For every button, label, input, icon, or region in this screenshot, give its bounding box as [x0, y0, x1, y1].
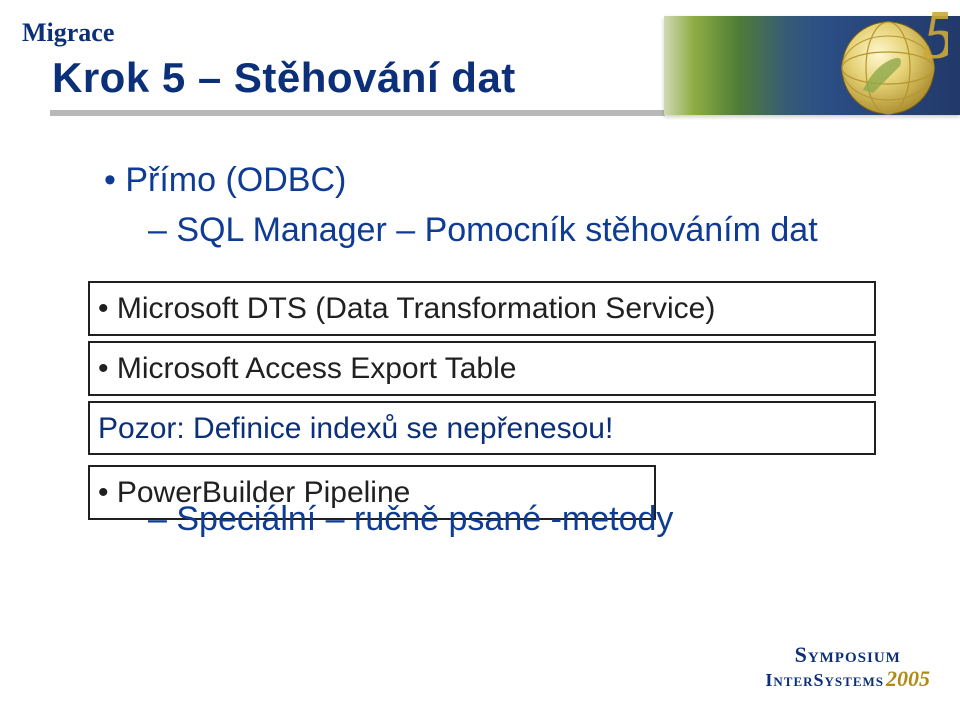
box-text: • Microsoft DTS (Data Transformation Ser… — [98, 289, 866, 328]
sub-bullet-text: SQL Manager – Pomocník stěhováním dat — [176, 211, 817, 249]
sub-bullet-item: – SQL Manager – Pomocník stěhováním dat — [148, 208, 914, 254]
logo-line2: InterSystems — [765, 670, 884, 690]
box-dts-text: Microsoft DTS (Data Transformation Servi… — [117, 292, 716, 325]
svg-text:5: 5 — [923, 8, 948, 74]
box-text: • Microsoft Access Export Table — [98, 349, 866, 388]
logo-year: 2005 — [886, 666, 930, 691]
bullet-item: • Přímo (ODBC) — [104, 158, 914, 204]
box-access-text: Microsoft Access Export Table — [117, 352, 517, 385]
box-access: • Microsoft Access Export Table — [88, 341, 876, 396]
box-warning: Pozor: Definice indexů se nepřenesou! — [88, 401, 876, 455]
lower-sub-text: Speciální – ručně psané -metody — [176, 500, 673, 538]
lower-sub-bullet: – Speciální – ručně psané -metody — [148, 500, 673, 539]
bullet-text: Přímo (ODBC) — [125, 161, 346, 199]
overlay-boxes: • Microsoft DTS (Data Transformation Ser… — [88, 281, 876, 525]
slide-title: Krok 5 – Stěhování dat — [52, 54, 516, 102]
globe-icon: 5 — [828, 8, 948, 128]
bullet-list: • Přímo (ODBC) – SQL Manager – Pomocník … — [104, 158, 914, 256]
logo-line1: Symposium — [765, 645, 930, 666]
footer-logo: Symposium InterSystems2005 — [765, 645, 930, 692]
title-underline — [50, 110, 665, 116]
box-dts: • Microsoft DTS (Data Transformation Ser… — [88, 281, 876, 336]
box-warning-text: Pozor: Definice indexů se nepřenesou! — [98, 409, 613, 448]
breadcrumb: Migrace — [22, 18, 114, 48]
